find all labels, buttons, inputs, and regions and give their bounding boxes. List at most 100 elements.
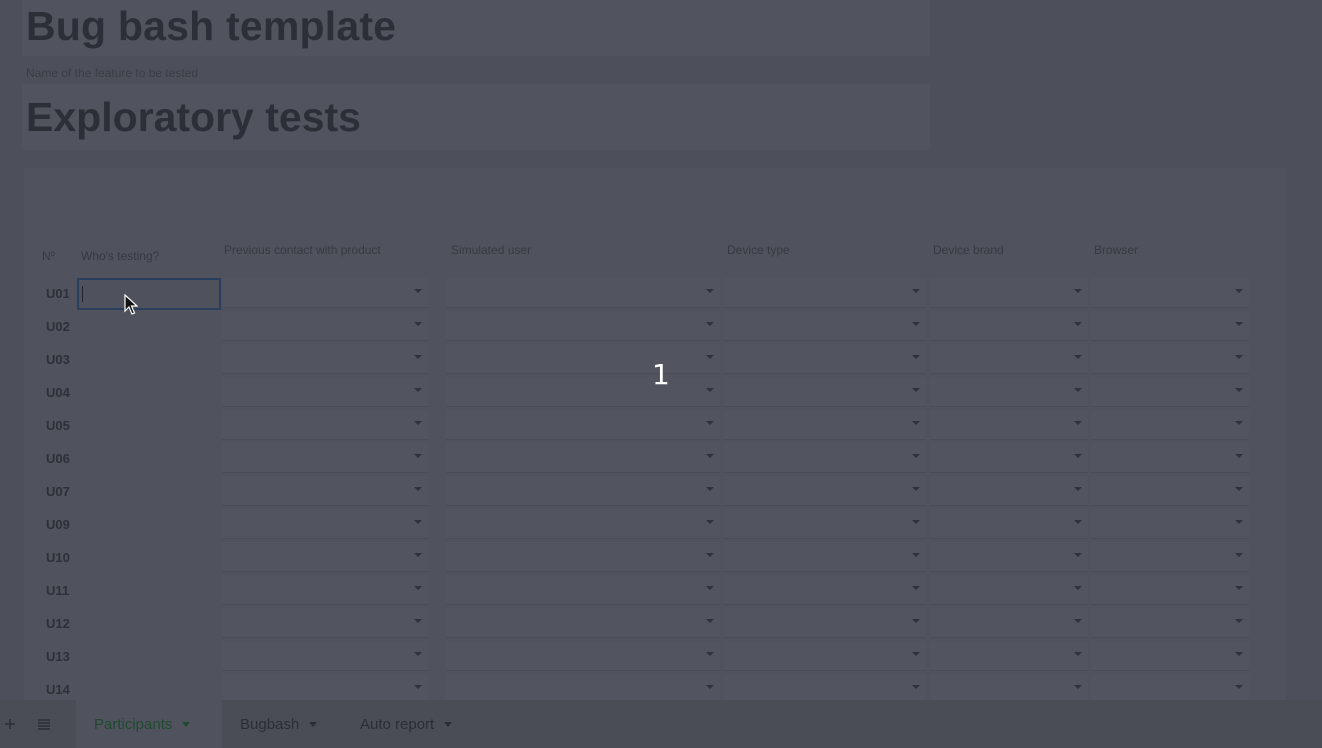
chevron-down-icon (1074, 322, 1082, 326)
dropdown-device-type-u02[interactable] (724, 311, 926, 341)
chevron-down-icon[interactable] (182, 721, 191, 727)
chevron-down-icon (912, 619, 920, 623)
dropdown-previous-contact-u12[interactable] (222, 608, 428, 638)
dropdown-simulated-user-u13[interactable] (446, 641, 720, 671)
dropdown-device-brand-u10[interactable] (930, 542, 1088, 572)
chevron-down-icon (414, 454, 422, 458)
add-sheet-button[interactable] (0, 700, 20, 748)
dropdown-previous-contact-u06[interactable] (222, 443, 428, 473)
dropdown-device-brand-u07[interactable] (930, 476, 1088, 506)
chevron-down-icon (706, 322, 714, 326)
dropdown-previous-contact-u04[interactable] (222, 377, 428, 407)
chevron-down-icon (912, 322, 920, 326)
dropdown-simulated-user-u06[interactable] (446, 443, 720, 473)
chevron-down-icon (912, 520, 920, 524)
chevron-down-icon (414, 619, 422, 623)
document-title[interactable]: Bug bash template (26, 3, 396, 50)
dropdown-browser-u07[interactable] (1091, 476, 1249, 506)
chevron-down-icon (1074, 421, 1082, 425)
dropdown-device-type-u03[interactable] (724, 344, 926, 374)
dropdown-simulated-user-u14[interactable] (446, 674, 720, 700)
dropdown-device-type-u09[interactable] (724, 509, 926, 539)
dropdown-previous-contact-u14[interactable] (222, 674, 428, 700)
dropdown-simulated-user-u09[interactable] (446, 509, 720, 539)
dropdown-device-type-u01[interactable] (724, 278, 926, 308)
dropdown-browser-u01[interactable] (1091, 278, 1249, 308)
sheet-tab-bugbash[interactable]: Bugbash (222, 700, 342, 748)
chevron-down-icon (1074, 289, 1082, 293)
dropdown-device-brand-u14[interactable] (930, 674, 1088, 700)
dropdown-browser-u02[interactable] (1091, 311, 1249, 341)
dropdown-device-type-u04[interactable] (724, 377, 926, 407)
dropdown-browser-u13[interactable] (1091, 641, 1249, 671)
dropdown-device-type-u06[interactable] (724, 443, 926, 473)
dropdown-browser-u11[interactable] (1091, 575, 1249, 605)
row-id-u13: U13 (46, 649, 70, 664)
dropdown-browser-u10[interactable] (1091, 542, 1249, 572)
dropdown-device-brand-u12[interactable] (930, 608, 1088, 638)
header-number: Nº (42, 249, 56, 263)
dropdown-device-type-u14[interactable] (724, 674, 926, 700)
header-device-type: Device type (727, 243, 790, 257)
dropdown-device-type-u07[interactable] (724, 476, 926, 506)
chevron-down-icon[interactable] (309, 721, 318, 727)
dropdown-simulated-user-u02[interactable] (446, 311, 720, 341)
dropdown-device-type-u10[interactable] (724, 542, 926, 572)
dropdown-browser-u12[interactable] (1091, 608, 1249, 638)
dropdown-simulated-user-u12[interactable] (446, 608, 720, 638)
chevron-down-icon (912, 652, 920, 656)
header-browser: Browser (1094, 243, 1139, 257)
dropdown-simulated-user-u01[interactable] (446, 278, 720, 308)
chevron-down-icon (1235, 355, 1243, 359)
dropdown-device-brand-u06[interactable] (930, 443, 1088, 473)
dropdown-previous-contact-u01[interactable] (222, 278, 428, 308)
row-id-u02: U02 (46, 319, 70, 334)
chevron-down-icon (706, 652, 714, 656)
dropdown-browser-u06[interactable] (1091, 443, 1249, 473)
dropdown-simulated-user-u10[interactable] (446, 542, 720, 572)
all-sheets-button[interactable] (30, 700, 58, 748)
dropdown-device-brand-u04[interactable] (930, 377, 1088, 407)
sheet-tab-auto-report[interactable]: Auto report (342, 700, 490, 748)
dropdown-device-brand-u02[interactable] (930, 311, 1088, 341)
dropdown-previous-contact-u02[interactable] (222, 311, 428, 341)
dropdown-device-brand-u01[interactable] (930, 278, 1088, 308)
dropdown-device-brand-u05[interactable] (930, 410, 1088, 440)
row-id-u06: U06 (46, 451, 70, 466)
row-id-u14: U14 (46, 682, 70, 697)
dropdown-device-type-u11[interactable] (724, 575, 926, 605)
dropdown-previous-contact-u05[interactable] (222, 410, 428, 440)
section-title[interactable]: Exploratory tests (26, 94, 361, 141)
dropdown-browser-u03[interactable] (1091, 344, 1249, 374)
row-id-u10: U10 (46, 550, 70, 565)
dropdown-simulated-user-u05[interactable] (446, 410, 720, 440)
dropdown-device-brand-u03[interactable] (930, 344, 1088, 374)
chevron-down-icon (706, 454, 714, 458)
dropdown-device-brand-u09[interactable] (930, 509, 1088, 539)
dropdown-previous-contact-u03[interactable] (222, 344, 428, 374)
dropdown-browser-u05[interactable] (1091, 410, 1249, 440)
sheet-tab-participants[interactable]: Participants (76, 700, 222, 748)
active-cell-tester-u01[interactable] (77, 278, 221, 310)
dropdown-browser-u09[interactable] (1091, 509, 1249, 539)
dropdown-simulated-user-u07[interactable] (446, 476, 720, 506)
dropdown-simulated-user-u03[interactable] (446, 344, 720, 374)
dropdown-device-type-u05[interactable] (724, 410, 926, 440)
chevron-down-icon[interactable] (444, 721, 453, 727)
dropdown-browser-u14[interactable] (1091, 674, 1249, 700)
dropdown-simulated-user-u11[interactable] (446, 575, 720, 605)
document-subtitle[interactable]: Name of the feature to be tested (26, 66, 198, 80)
dropdown-previous-contact-u07[interactable] (222, 476, 428, 506)
chevron-down-icon (912, 487, 920, 491)
dropdown-simulated-user-u04[interactable] (446, 377, 720, 407)
dropdown-device-type-u13[interactable] (724, 641, 926, 671)
dropdown-device-brand-u11[interactable] (930, 575, 1088, 605)
dropdown-previous-contact-u10[interactable] (222, 542, 428, 572)
row-id-u01: U01 (46, 286, 70, 301)
dropdown-browser-u04[interactable] (1091, 377, 1249, 407)
dropdown-device-brand-u13[interactable] (930, 641, 1088, 671)
dropdown-previous-contact-u11[interactable] (222, 575, 428, 605)
dropdown-previous-contact-u13[interactable] (222, 641, 428, 671)
dropdown-device-type-u12[interactable] (724, 608, 926, 638)
dropdown-previous-contact-u09[interactable] (222, 509, 428, 539)
